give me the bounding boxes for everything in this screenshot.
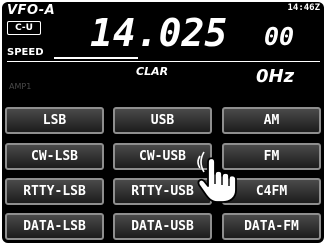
- clar-label: CLAR: [136, 65, 169, 78]
- mode-button-data-usb[interactable]: DATA-USB: [113, 213, 212, 240]
- mode-button-data-fm[interactable]: DATA-FM: [222, 213, 321, 240]
- amp-label: AMP1: [9, 82, 32, 91]
- divider: [7, 61, 320, 62]
- mode-button-usb[interactable]: USB: [113, 107, 212, 134]
- speed-label: SPEED: [7, 47, 44, 58]
- speed-bar: [54, 57, 138, 59]
- clock: 14:46Z: [287, 3, 320, 13]
- mode-button-data-lsb[interactable]: DATA-LSB: [5, 213, 104, 240]
- channel-badge: C-U: [7, 21, 41, 35]
- radio-display: VFO-A C-U 14:46Z 14.025 00 SPEED CLAR 0H…: [2, 2, 324, 243]
- mode-button-am[interactable]: AM: [222, 107, 321, 134]
- mode-grid: LSB USB AM CW-LSB CW-USB FM RTTY-LSB RTT…: [5, 107, 321, 241]
- mode-button-rtty-lsb[interactable]: RTTY-LSB: [5, 178, 104, 205]
- frequency-main: 14.025: [90, 11, 228, 55]
- tap-hand-icon: [197, 151, 237, 203]
- mode-button-lsb[interactable]: LSB: [5, 107, 104, 134]
- vfo-label: VFO-A: [7, 3, 56, 18]
- clar-value: 0Hz: [256, 66, 295, 87]
- frequency-fine: 00: [264, 22, 295, 51]
- mode-button-cw-lsb[interactable]: CW-LSB: [5, 143, 104, 170]
